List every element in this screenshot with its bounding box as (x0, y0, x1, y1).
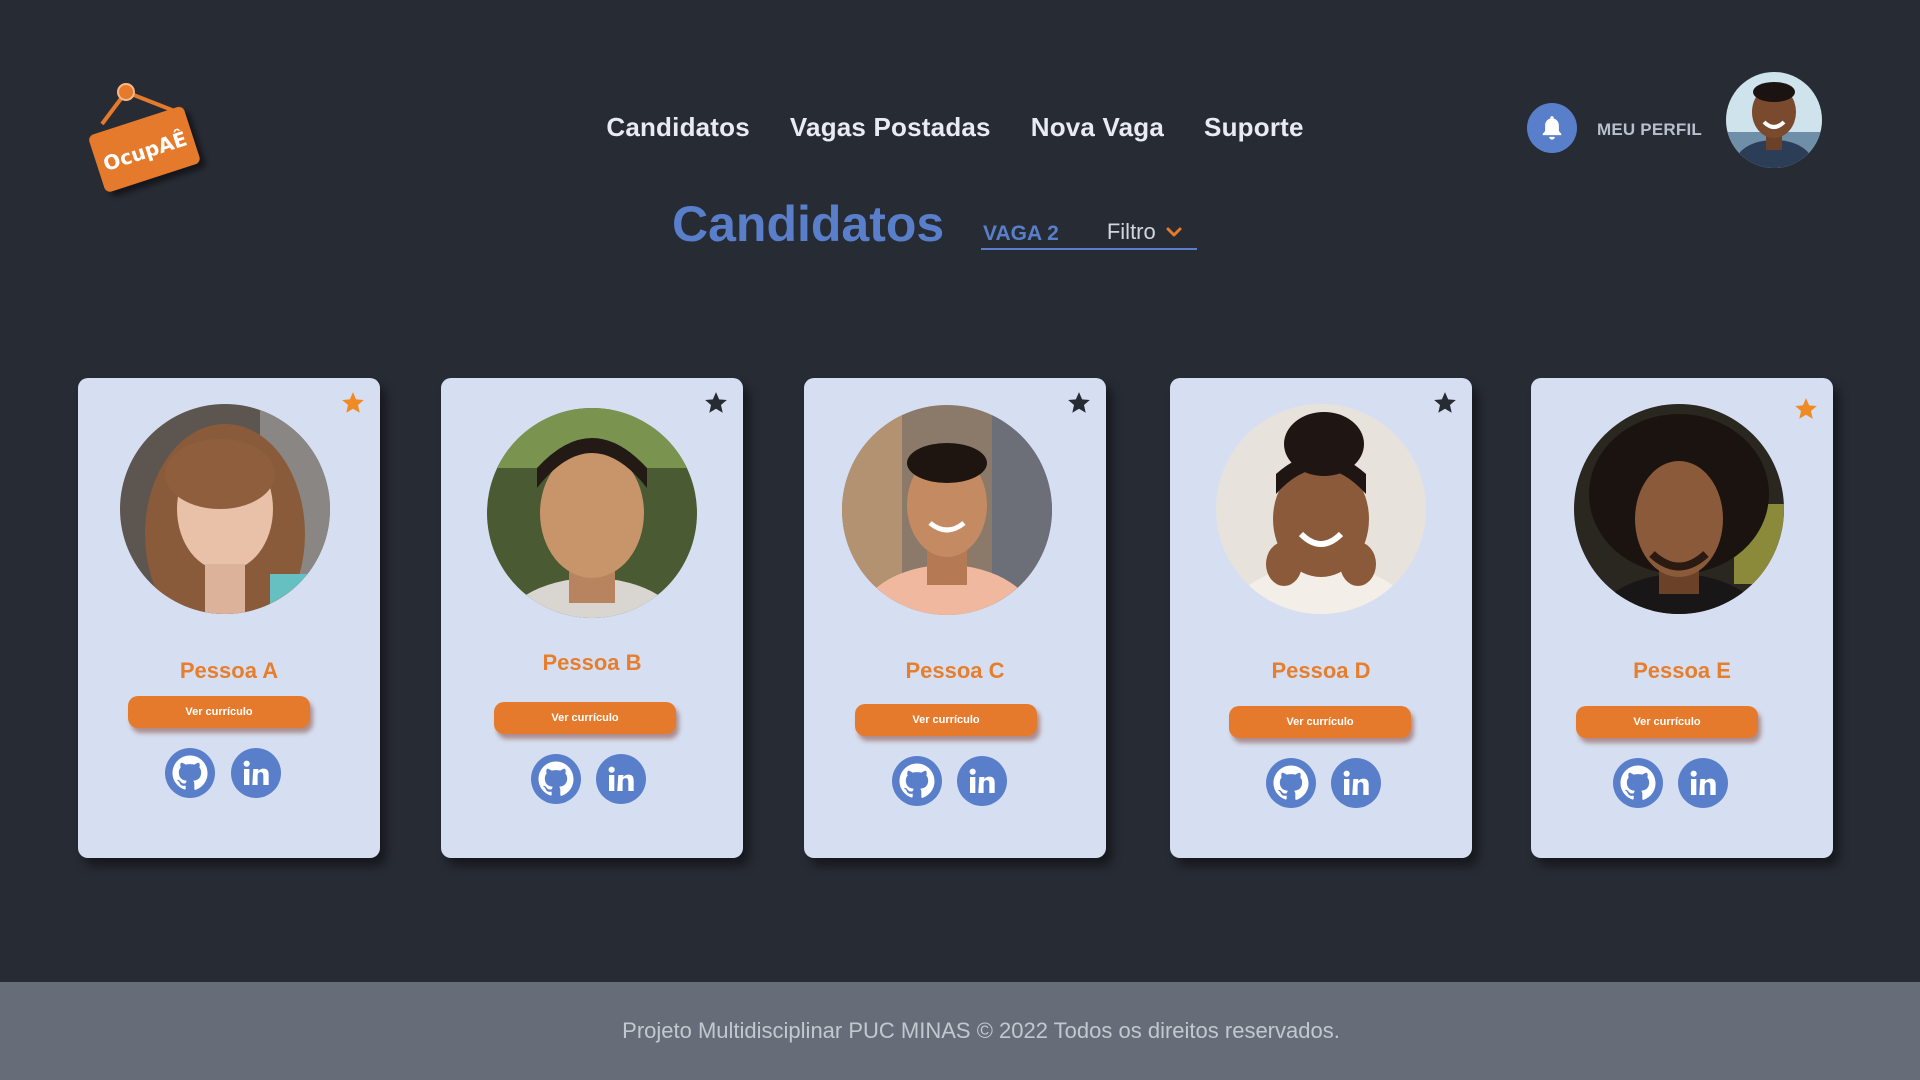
nav-item-suporte[interactable]: Suporte (1204, 112, 1304, 143)
page: OcupAÊ Candidatos Vagas Postadas Nova Va… (0, 0, 1920, 1080)
linkedin-button[interactable] (1331, 758, 1381, 808)
candidate-name: Pessoa B (542, 650, 642, 675)
view-cv-button[interactable]: Ver currículo (128, 696, 310, 728)
filter-label[interactable]: Filtro (1107, 219, 1156, 245)
selected-vaga[interactable]: VAGA 2 (983, 222, 1059, 246)
linkedin-icon (1343, 770, 1369, 795)
github-button[interactable] (892, 756, 942, 806)
candidate-card: Pessoa B Ver currículo (441, 378, 743, 858)
linkedin-icon (969, 768, 995, 793)
linkedin-icon (1690, 770, 1716, 795)
candidate-photo (487, 408, 697, 618)
view-cv-button[interactable]: Ver currículo (494, 702, 676, 734)
github-icon (1273, 765, 1309, 800)
bell-icon (1542, 116, 1562, 140)
chevron-down-icon[interactable] (1166, 226, 1182, 238)
notifications-button[interactable] (1527, 103, 1577, 153)
candidate-card: Pessoa E Ver currículo (1531, 378, 1833, 858)
candidate-photo (120, 404, 330, 614)
candidate-photo (842, 405, 1052, 615)
candidate-card: Pessoa D Ver currículo (1170, 378, 1472, 858)
github-button[interactable] (531, 754, 581, 804)
candidate-name: Pessoa A (179, 658, 279, 683)
view-cv-button[interactable]: Ver currículo (1576, 706, 1758, 738)
github-icon (538, 761, 574, 796)
candidate-name: Pessoa C (905, 658, 1005, 683)
star-icon[interactable] (703, 390, 729, 416)
github-button[interactable] (1266, 758, 1316, 808)
profile-avatar[interactable] (1726, 72, 1822, 168)
nav-item-vagas-postadas[interactable]: Vagas Postadas (790, 112, 991, 143)
linkedin-icon (608, 766, 634, 791)
page-title: Candidatos (672, 196, 945, 252)
linkedin-icon (243, 760, 269, 785)
candidate-name: Pessoa D (1271, 658, 1371, 683)
github-icon (899, 763, 935, 798)
profile-link[interactable]: MEU PERFIL (1597, 120, 1702, 140)
github-icon (172, 755, 208, 790)
ocupae-logo[interactable]: OcupAÊ (84, 80, 214, 210)
view-cv-button[interactable]: Ver currículo (855, 704, 1037, 736)
github-button[interactable] (165, 748, 215, 798)
github-icon (1620, 765, 1656, 800)
candidate-photo (1574, 404, 1784, 614)
star-icon[interactable] (1432, 390, 1458, 416)
nav-item-candidatos[interactable]: Candidatos (606, 112, 750, 143)
view-cv-button[interactable]: Ver currículo (1229, 706, 1411, 738)
footer-text: Projeto Multidisciplinar PUC MINAS © 202… (622, 1018, 1340, 1043)
star-icon[interactable] (1066, 390, 1092, 416)
linkedin-button[interactable] (1678, 758, 1728, 808)
linkedin-button[interactable] (231, 748, 281, 798)
star-icon[interactable] (1793, 396, 1819, 422)
footer: Projeto Multidisciplinar PUC MINAS © 202… (0, 982, 1920, 1080)
nav-item-nova-vaga[interactable]: Nova Vaga (1031, 112, 1164, 143)
candidate-name: Pessoa E (1633, 658, 1731, 683)
linkedin-button[interactable] (596, 754, 646, 804)
github-button[interactable] (1613, 758, 1663, 808)
linkedin-button[interactable] (957, 756, 1007, 806)
candidate-photo (1216, 404, 1426, 614)
star-icon[interactable] (340, 390, 366, 416)
job-filter[interactable]: VAGA 2 Filtro (981, 212, 1197, 250)
candidate-card: Pessoa C Ver currículo (804, 378, 1106, 858)
candidate-card: Pessoa A Ver currículo (78, 378, 380, 858)
